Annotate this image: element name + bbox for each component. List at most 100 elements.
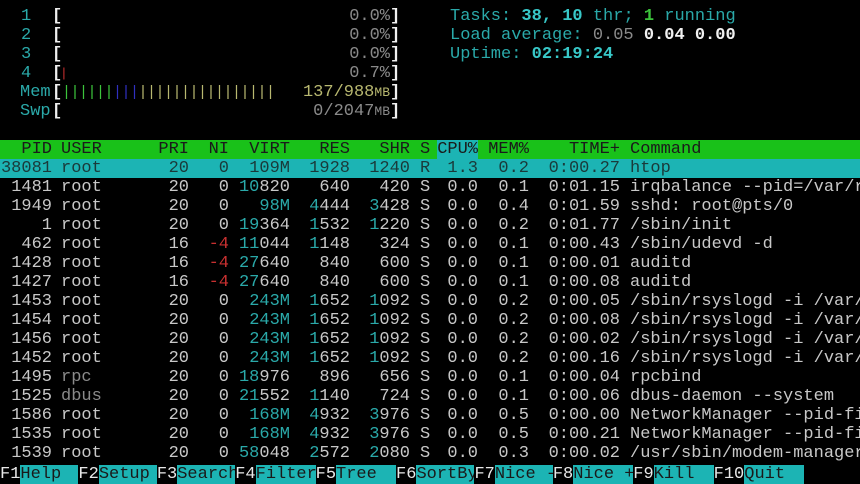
function-key-f1[interactable]: F1 Help — [0, 465, 79, 484]
function-key-action[interactable]: Setup — [98, 465, 157, 484]
column-header-cmd[interactable]: Command — [630, 140, 701, 159]
process-row[interactable]: 1539 root 20 0 58048 2572 2080 S 0.0 0.3 0:00.02/u… — [0, 444, 860, 463]
function-key-f10[interactable]: F10 Quit — [714, 465, 805, 484]
meter-amount: 137/988 — [302, 83, 375, 102]
process-row[interactable]: 1427 root 16 -4 27640 840 600 S 0.0 0.1 0:00.08 aud… — [0, 273, 860, 292]
column-header-s[interactable]: S — [420, 140, 430, 159]
function-key-action[interactable]: Filter — [255, 465, 316, 484]
cell-res: 4932 — [309, 406, 350, 425]
cell-pid: 1539 — [11, 444, 52, 463]
process-row[interactable]: 1481 root 20 0 10820 640 420 S 0.0 0.1 0:01.15 irqb… — [0, 178, 860, 197]
column-header-res[interactable]: RES — [319, 140, 350, 159]
function-key-label: F3 — [156, 465, 178, 484]
cell-cmd: /sbin/rsyslogd -i /var/ — [630, 349, 860, 368]
process-row[interactable]: 1495 rpc 20 0 18976 896 656 S 0.0 0.1 0:00.04 rpcbi… — [0, 368, 860, 387]
function-key-action[interactable]: SortBy — [416, 465, 475, 484]
cell-ni: 0 — [218, 330, 229, 349]
mem-meter-bar: ||||||||||||||||||||||||| — [62, 84, 275, 101]
number-low-digits: 092 — [379, 330, 410, 349]
function-key-f3[interactable]: F3 Search — [156, 465, 236, 484]
cell-pid: 1481 — [11, 178, 52, 197]
process-row[interactable]: 1456 root 20 0 243M 1652 1092 S 0.0 0.2 0:00.02/sb… — [0, 330, 860, 349]
process-row[interactable]: 1 root 20 0 19364 1532 1220 S 0.0 0.2 0:01.77/sbin… — [0, 216, 860, 235]
process-row[interactable]: 1586 root 20 0 168M 4932 3976 S 0.0 0.5 0:00.00 Net… — [0, 406, 860, 425]
function-key-action[interactable]: Search — [177, 465, 236, 484]
cell-s: S — [420, 406, 431, 425]
cell-res: 2572 — [309, 444, 350, 463]
process-row[interactable]: 462 root 16 -4 11044 1148 324 S 0.0 0.1 0:00.43/sb… — [0, 235, 860, 254]
cell-cmd: /sbin/rsyslogd -i /var/ — [630, 330, 860, 349]
cell-virt: 11044 — [239, 235, 290, 254]
function-key-label: F1 — [0, 465, 21, 484]
number-high-digits: 2 — [309, 444, 320, 463]
cell-shr: 1092 — [369, 311, 410, 330]
process-row[interactable]: 1453 root 20 0 243M 1652 1092 S 0.0 0.2 0:00.05/sb… — [0, 292, 860, 311]
process-row[interactable]: 38081 root 20 0 109M 1928 1240 R 1.3 0.2 0:00.27 ht… — [0, 159, 860, 178]
function-key-f8[interactable]: F8 Nice + — [553, 465, 634, 484]
cell-res: 1532 — [309, 216, 350, 235]
function-key-f9[interactable]: F9 Kill — [633, 465, 714, 484]
number-low-digits: 444 — [319, 197, 350, 216]
column-header-shr[interactable]: SHR — [379, 140, 410, 159]
column-header-pri[interactable]: PRI — [158, 140, 189, 159]
number-high-digits: 4 — [309, 425, 320, 444]
cpu-meter-value: 0.0% — [349, 26, 390, 45]
cell-shr: 1092 — [369, 330, 410, 349]
function-key-action[interactable]: Nice + — [573, 465, 634, 484]
function-key-f4[interactable]: F4 Filter — [235, 465, 316, 484]
column-header-time[interactable]: TIME+ — [569, 140, 620, 159]
function-key-action[interactable]: Help — [20, 465, 79, 484]
cell-s: S — [420, 292, 431, 311]
number-low-digits: 044 — [259, 235, 290, 254]
cell-res: 4444 — [309, 197, 350, 216]
cell-time: 0:00.27 — [548, 159, 620, 178]
function-key-label: F2 — [78, 465, 99, 484]
process-row[interactable]: 1454 root 20 0 243M 1652 1092 S 0.0 0.2 0:00.08/sb… — [0, 311, 860, 330]
process-row[interactable]: 1428 root 16 -4 27640 840 600 S 0.0 0.1 0:00.01 aud… — [0, 254, 860, 273]
meter-label-swp: Swp — [20, 102, 51, 121]
function-key-f7[interactable]: F7 Nice - — [474, 465, 553, 484]
function-key-action[interactable]: Tree — [336, 465, 397, 484]
cell-shr: 2080 — [369, 444, 410, 463]
function-bar: F1 Help F2 Setup F3 Search F4 Filter F5 Tree F6… — [0, 465, 860, 484]
column-header-pid[interactable]: PID — [21, 140, 52, 159]
cell-mem: 0.4 — [498, 197, 529, 216]
function-key-action[interactable]: Quit — [744, 465, 805, 484]
function-key-f6[interactable]: F6 SortBy — [396, 465, 475, 484]
cell-user: root — [61, 311, 102, 330]
cell-cpu: 0.0 — [447, 406, 478, 425]
column-header-virt[interactable]: VIRT — [249, 140, 290, 159]
cell-cmd: /sbin/rsyslogd -i /var/ — [630, 292, 860, 311]
column-header-cpu[interactable]: CPU% — [437, 140, 478, 159]
process-row[interactable]: 1525 dbus 20 0 21552 1140 724 S 0.0 0.1 0:00.06 dbu… — [0, 387, 860, 406]
cell-cpu: 0.0 — [447, 254, 478, 273]
cell-pid: 462 — [21, 235, 52, 254]
cpu-meter-value: 0.0% — [349, 7, 390, 26]
cell-user: root — [61, 425, 102, 444]
cell-mem: 0.5 — [498, 406, 529, 425]
cpu-meter-label: 2 — [21, 26, 32, 45]
function-key-action[interactable]: Nice - — [494, 465, 553, 484]
cell-cpu: 1.3 — [447, 159, 478, 178]
process-row[interactable]: 1452 root 20 0 243M 1652 1092 S 0.0 0.2 0:00.16/sb… — [0, 349, 860, 368]
function-key-f5[interactable]: F5 Tree — [316, 465, 397, 484]
number-high-digits: 1 — [369, 330, 380, 349]
meter-bracket-close: ] — [390, 7, 401, 26]
cell-s: S — [420, 425, 431, 444]
cell-virt: 98M — [259, 197, 290, 216]
cell-shr: 656 — [379, 368, 410, 387]
number-low-digits: 976 — [379, 425, 410, 444]
table-header[interactable]: PID USER PRI NI VIRT RES SHR S CPU% MEM% TIME+ Comm… — [0, 140, 860, 159]
function-key-action[interactable]: Kill — [653, 465, 714, 484]
number-low-digits: 572 — [319, 444, 350, 463]
running-label: running — [654, 7, 736, 26]
process-row[interactable]: 1949 root 20 0 98M 4444 3428 S 0.0 0.4 0:01.59 sshd… — [0, 197, 860, 216]
column-header-mem[interactable]: MEM% — [488, 140, 529, 159]
cell-cmd: auditd — [630, 254, 692, 273]
function-key-f2[interactable]: F2 Setup — [78, 465, 157, 484]
process-row[interactable]: 1535 root 20 0 168M 4932 3976 S 0.0 0.5 0:00.21 Net… — [0, 425, 860, 444]
column-header-ni[interactable]: NI — [209, 140, 229, 159]
cell-shr: 420 — [379, 178, 410, 197]
cell-user: root — [61, 254, 102, 273]
column-header-user[interactable]: USER — [61, 140, 102, 159]
